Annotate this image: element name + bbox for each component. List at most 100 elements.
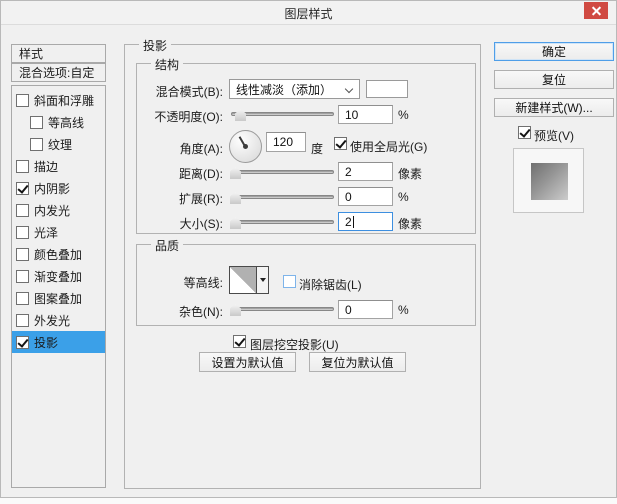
effect-checkbox[interactable]: [30, 115, 43, 129]
effect-label: 渐变叠加: [34, 269, 83, 284]
global-light-checkbox[interactable]: [334, 137, 347, 150]
effect-label: 描边: [34, 159, 59, 174]
reset-default-button[interactable]: 复位为默认值: [309, 352, 406, 372]
knockout-checkbox[interactable]: [233, 335, 246, 348]
effect-list-item[interactable]: 纹理: [12, 133, 105, 155]
effect-checkbox[interactable]: [30, 137, 43, 151]
effect-list-item[interactable]: 外发光: [12, 309, 105, 331]
spread-label: 扩展(R):: [179, 192, 223, 206]
distance-slider[interactable]: [230, 167, 334, 179]
effect-list-item[interactable]: 等高线: [12, 111, 105, 133]
effect-label: 外发光: [34, 313, 71, 328]
effect-label: 内发光: [34, 203, 71, 218]
effect-list-item[interactable]: 光泽: [12, 221, 105, 243]
effect-checkbox[interactable]: [16, 269, 29, 283]
text-caret: [352, 215, 354, 228]
reset-button[interactable]: 复位: [494, 70, 614, 89]
effect-checkbox[interactable]: [16, 225, 29, 239]
effect-checkbox[interactable]: [16, 291, 29, 305]
structure-group-title: 结构: [151, 56, 184, 73]
distance-unit: 像素: [398, 167, 423, 181]
effect-label: 光泽: [34, 225, 59, 240]
effect-checkbox[interactable]: [16, 181, 29, 195]
dialog-title: 图层样式: [284, 7, 333, 21]
opacity-label: 不透明度(O):: [154, 110, 223, 124]
size-label: 大小(S):: [179, 217, 223, 231]
effect-checkbox[interactable]: [16, 335, 29, 349]
global-light-label: 使用全局光(G): [350, 140, 428, 154]
spread-input[interactable]: 0: [338, 187, 393, 206]
panel-title: 投影: [139, 37, 172, 54]
contour-picker[interactable]: [229, 266, 269, 294]
new-style-button[interactable]: 新建样式(W)...: [494, 98, 614, 117]
layer-style-dialog: 图层样式 样式 混合选项:自定 斜面和浮雕 等高线 纹理 描边 内阴影 内发光 …: [0, 0, 617, 498]
triangle-down-icon: [259, 278, 266, 282]
blend-mode-label: 混合模式(B):: [155, 85, 223, 99]
quality-group-title: 品质: [151, 237, 184, 254]
contour-label: 等高线:: [183, 276, 223, 290]
effect-label: 图案叠加: [34, 291, 83, 306]
size-slider[interactable]: [230, 217, 334, 229]
knockout-label: 图层挖空投影(U): [250, 338, 339, 352]
contour-thumbnail[interactable]: [230, 267, 256, 293]
effect-list-item[interactable]: 图案叠加: [12, 287, 105, 309]
effect-checkbox[interactable]: [16, 247, 29, 261]
size-input[interactable]: 2: [338, 212, 393, 231]
spread-slider[interactable]: [230, 192, 334, 204]
effect-label: 颜色叠加: [34, 247, 83, 262]
effect-checkbox[interactable]: [16, 203, 29, 217]
preview-panel: [513, 148, 584, 213]
blending-options-item[interactable]: 混合选项:自定: [11, 63, 106, 82]
anti-alias-checkbox[interactable]: [283, 275, 296, 288]
noise-unit: %: [398, 303, 409, 317]
angle-center-dot: [243, 144, 248, 149]
close-button[interactable]: [584, 2, 608, 19]
size-unit: 像素: [398, 217, 423, 231]
set-default-button[interactable]: 设置为默认值: [199, 352, 296, 372]
blend-mode-value: 线性减淡（添加）: [236, 82, 333, 97]
chevron-down-icon: [344, 84, 354, 94]
noise-input[interactable]: 0: [338, 300, 393, 319]
effect-checkbox[interactable]: [16, 313, 29, 327]
styles-header-label: 样式: [19, 47, 44, 61]
opacity-slider[interactable]: [231, 109, 334, 121]
effect-label: 纹理: [48, 137, 73, 152]
preview-label: 预览(V): [534, 129, 574, 143]
opacity-unit: %: [398, 108, 409, 122]
effect-checkbox[interactable]: [16, 159, 29, 173]
anti-alias-label: 消除锯齿(L): [299, 278, 362, 292]
preview-thumbnail: [531, 163, 568, 200]
styles-header[interactable]: 样式: [11, 44, 106, 63]
distance-input[interactable]: 2: [338, 162, 393, 181]
shadow-color-swatch[interactable]: [366, 80, 408, 98]
angle-input[interactable]: 120: [266, 132, 306, 152]
window-edge: [0, 498, 617, 504]
ok-button[interactable]: 确定: [494, 42, 614, 61]
effect-list-item[interactable]: 颜色叠加: [12, 243, 105, 265]
effect-list-item[interactable]: 内阴影: [12, 177, 105, 199]
effect-label: 等高线: [48, 115, 85, 130]
title-bar[interactable]: 图层样式: [1, 1, 616, 25]
angle-label: 角度(A):: [179, 142, 223, 156]
blend-mode-select[interactable]: 线性减淡（添加）: [229, 79, 360, 99]
effect-list-item[interactable]: 内发光: [12, 199, 105, 221]
effect-list-item[interactable]: 描边: [12, 155, 105, 177]
opacity-input[interactable]: 10: [338, 105, 393, 124]
angle-unit: 度: [311, 142, 324, 156]
noise-slider[interactable]: [230, 304, 334, 316]
effect-label: 投影: [34, 335, 59, 350]
noise-label: 杂色(N):: [179, 305, 223, 319]
spread-unit: %: [398, 190, 409, 204]
contour-dropdown-button[interactable]: [256, 267, 268, 293]
effect-checkbox[interactable]: [16, 93, 29, 107]
effect-list-item[interactable]: 斜面和浮雕: [12, 89, 105, 111]
distance-label: 距离(D):: [179, 167, 223, 181]
blending-options-label: 混合选项:自定: [19, 66, 95, 80]
effects-list: 斜面和浮雕 等高线 纹理 描边 内阴影 内发光 光泽 颜色叠加 渐变叠加 图案叠…: [11, 85, 106, 488]
effect-list-item[interactable]: 渐变叠加: [12, 265, 105, 287]
effect-label: 斜面和浮雕: [34, 93, 95, 108]
effect-label: 内阴影: [34, 181, 71, 196]
preview-checkbox[interactable]: [518, 126, 531, 139]
effect-list-item[interactable]: 投影: [12, 331, 105, 353]
angle-dial[interactable]: [229, 130, 262, 163]
